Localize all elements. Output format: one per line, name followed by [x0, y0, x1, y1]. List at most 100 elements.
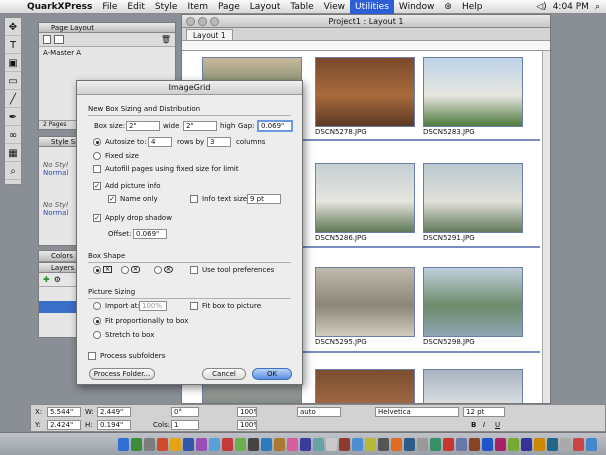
import-at-radio[interactable]	[93, 302, 101, 310]
cols-field[interactable]: 1	[171, 420, 199, 430]
dock-app-icon[interactable]	[209, 437, 220, 451]
rows-field[interactable]: 4	[148, 137, 172, 147]
scale-y-field[interactable]: 100%	[237, 420, 257, 430]
photo-box[interactable]	[315, 369, 415, 403]
blank-page-icon[interactable]	[43, 35, 51, 44]
gap-field[interactable]: 0.069"	[257, 120, 293, 132]
volume-icon[interactable]: ◁)	[536, 2, 546, 12]
layer-options-icon[interactable]: ⚙	[54, 275, 61, 284]
photo-box[interactable]	[315, 57, 415, 127]
vertical-scrollbar[interactable]	[542, 51, 550, 403]
angle-field[interactable]: 0°	[171, 407, 199, 417]
menu-window[interactable]: Window	[394, 0, 440, 14]
dock-app-icon[interactable]	[287, 437, 298, 451]
item-tool-icon[interactable]: ✥	[5, 20, 21, 36]
dock-app-icon[interactable]	[469, 437, 480, 451]
new-layer-icon[interactable]: ✚	[43, 275, 50, 284]
menu-help[interactable]: Help	[457, 0, 488, 14]
dock-app-icon[interactable]	[118, 437, 129, 451]
dock-app-icon[interactable]	[508, 437, 519, 451]
dock-app-icon[interactable]	[547, 437, 558, 451]
import-at-field[interactable]: 100%	[139, 301, 167, 311]
dock-app-icon[interactable]	[326, 437, 337, 451]
table-tool-icon[interactable]: ▦	[5, 146, 21, 162]
dock-app-icon[interactable]	[170, 437, 181, 451]
menu-layout[interactable]: Layout	[245, 0, 286, 14]
dock-app-icon[interactable]	[586, 437, 597, 451]
w-field[interactable]: 2.449"	[97, 407, 131, 417]
picture-box-tool-icon[interactable]: ▣	[5, 56, 21, 72]
columns-field[interactable]: 3	[207, 137, 231, 147]
tracking-field[interactable]: auto	[297, 407, 341, 417]
line-tool-icon[interactable]: ╱	[5, 92, 21, 108]
dock-app-icon[interactable]	[482, 437, 493, 451]
h-field[interactable]: 0.194"	[97, 420, 131, 430]
stretch-radio[interactable]	[93, 331, 101, 339]
dock-app-icon[interactable]	[430, 437, 441, 451]
dock-app-icon[interactable]	[339, 437, 350, 451]
dock-app-icon[interactable]	[573, 437, 584, 451]
italic-button[interactable]: I	[483, 421, 485, 429]
master-page-item[interactable]: A-Master A	[39, 47, 175, 59]
minimize-button[interactable]	[198, 17, 207, 26]
close-button[interactable]	[186, 17, 195, 26]
dock-app-icon[interactable]	[235, 437, 246, 451]
content-tool-icon[interactable]: T	[5, 38, 21, 54]
dock-app-icon[interactable]	[378, 437, 389, 451]
photo-box[interactable]	[423, 57, 523, 127]
dock-app-icon[interactable]	[248, 437, 259, 451]
scale-x-field[interactable]: 100%	[237, 407, 257, 417]
dock-app-icon[interactable]	[274, 437, 285, 451]
ok-button[interactable]: OK	[252, 368, 292, 380]
shape-rounded-radio[interactable]	[121, 266, 129, 274]
dock-app-icon[interactable]	[365, 437, 376, 451]
drop-shadow-checkbox[interactable]: ✓	[93, 214, 101, 222]
dock-app-icon[interactable]	[352, 437, 363, 451]
box-width-field[interactable]: 2"	[126, 121, 160, 131]
bold-button[interactable]: B	[471, 421, 476, 429]
menu-table[interactable]: Table	[285, 0, 318, 14]
dock-app-icon[interactable]	[313, 437, 324, 451]
zoom-tool-icon[interactable]: ⌕	[5, 164, 21, 180]
dock-app-icon[interactable]	[443, 437, 454, 451]
fit-proportionally-radio[interactable]	[93, 317, 101, 325]
dock-app-icon[interactable]	[183, 437, 194, 451]
menu-item[interactable]: Item	[182, 0, 213, 14]
menu-edit[interactable]: Edit	[122, 0, 149, 14]
photo-box[interactable]	[423, 163, 523, 233]
menu-page[interactable]: Page	[213, 0, 245, 14]
add-picture-info-checkbox[interactable]: ✓	[93, 182, 101, 190]
dock-app-icon[interactable]	[300, 437, 311, 451]
info-text-size-checkbox[interactable]	[190, 195, 198, 203]
spotlight-icon[interactable]: ⌕	[595, 2, 600, 12]
process-folder-button[interactable]: Process Folder...	[89, 368, 155, 380]
process-subfolders-checkbox[interactable]	[88, 352, 96, 360]
photo-box[interactable]	[423, 267, 523, 337]
dock-app-icon[interactable]	[261, 437, 272, 451]
fit-box-checkbox[interactable]	[190, 302, 198, 310]
menu-file[interactable]: File	[97, 0, 122, 14]
dock-app-icon[interactable]	[456, 437, 467, 451]
use-tool-prefs-checkbox[interactable]	[190, 266, 198, 274]
underline-button[interactable]: U	[495, 421, 500, 429]
rect-box-tool-icon[interactable]: ▭	[5, 74, 21, 90]
offset-field[interactable]: 0.069"	[133, 229, 167, 239]
dock-app-icon[interactable]	[495, 437, 506, 451]
dock-app-icon[interactable]	[157, 437, 168, 451]
clock[interactable]: 4:04 PM	[553, 2, 589, 12]
menu-view[interactable]: View	[319, 0, 350, 14]
size-field[interactable]: 12 pt	[463, 407, 505, 417]
dock-app-icon[interactable]	[560, 437, 571, 451]
shape-oval-radio[interactable]	[154, 266, 162, 274]
zoom-button[interactable]	[210, 17, 219, 26]
dock-app-icon[interactable]	[144, 437, 155, 451]
facing-page-icon[interactable]	[54, 35, 64, 44]
dock-app-icon[interactable]	[196, 437, 207, 451]
name-only-checkbox[interactable]: ✓	[108, 195, 116, 203]
dock-app-icon[interactable]	[534, 437, 545, 451]
photo-box[interactable]	[315, 267, 415, 337]
cancel-button[interactable]: Cancel	[202, 368, 246, 380]
horizontal-ruler[interactable]	[182, 41, 550, 51]
autofill-checkbox[interactable]	[93, 165, 101, 173]
fixed-size-radio[interactable]	[93, 152, 101, 160]
